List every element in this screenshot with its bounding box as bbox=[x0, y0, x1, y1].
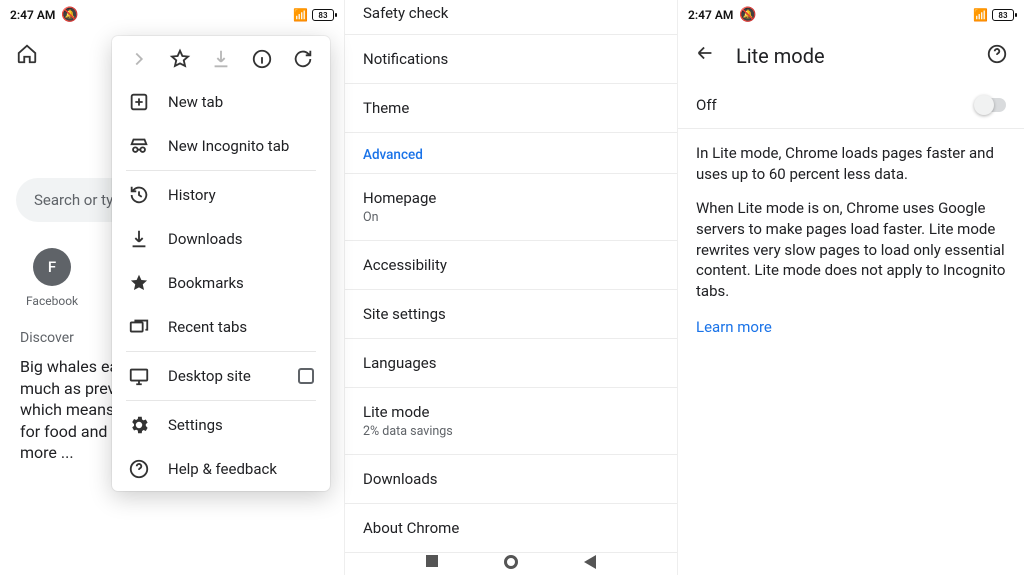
download-icon bbox=[128, 228, 150, 250]
row-theme[interactable]: Theme bbox=[345, 84, 677, 133]
learn-more-link[interactable]: Learn more bbox=[678, 302, 1024, 352]
lite-description-2: When Lite mode is on, Chrome uses Google… bbox=[678, 184, 1024, 301]
row-downloads[interactable]: Downloads bbox=[345, 455, 677, 504]
download-icon bbox=[210, 48, 232, 70]
panel-chrome-home: 2:47 AM 🔕 📶 83 Search or type F Facebook… bbox=[0, 0, 345, 575]
menu-desktop-site[interactable]: Desktop site bbox=[112, 354, 330, 398]
menu-history[interactable]: History bbox=[112, 173, 330, 217]
mute-icon: 🔕 bbox=[739, 7, 756, 23]
desktop-icon bbox=[128, 365, 150, 387]
mute-icon: 🔕 bbox=[61, 7, 78, 23]
desktop-checkbox[interactable] bbox=[298, 368, 314, 384]
panel-settings: Safety check Notifications Theme Advance… bbox=[345, 0, 678, 575]
menu-label: Downloads bbox=[168, 230, 243, 248]
shortcut-label: Facebook bbox=[26, 294, 78, 308]
menu-help[interactable]: Help & feedback bbox=[112, 447, 330, 491]
row-homepage[interactable]: Homepage On bbox=[345, 174, 677, 241]
menu-label: New tab bbox=[168, 93, 223, 111]
nav-home-icon[interactable] bbox=[504, 555, 518, 569]
menu-bookmarks[interactable]: Bookmarks bbox=[112, 261, 330, 305]
nav-recent-icon[interactable] bbox=[426, 555, 438, 567]
nav-back-icon[interactable] bbox=[584, 555, 596, 569]
menu-label: History bbox=[168, 186, 216, 204]
menu-settings[interactable]: Settings bbox=[112, 403, 330, 447]
toggle-state: Off bbox=[696, 96, 717, 114]
menu-label: Recent tabs bbox=[168, 318, 247, 336]
reload-icon[interactable] bbox=[292, 48, 314, 70]
shortcut-avatar: F bbox=[33, 248, 71, 286]
menu-label: Bookmarks bbox=[168, 274, 244, 292]
row-site-settings[interactable]: Site settings bbox=[345, 290, 677, 339]
status-time: 2:47 AM bbox=[688, 8, 733, 22]
help-icon bbox=[128, 458, 150, 480]
recent-tabs-icon bbox=[128, 316, 150, 338]
lite-description-1: In Lite mode, Chrome loads pages faster … bbox=[678, 129, 1024, 184]
signal-icon: 📶 bbox=[293, 8, 308, 22]
menu-label: Help & feedback bbox=[168, 460, 277, 478]
menu-new-tab[interactable]: New tab bbox=[112, 80, 330, 124]
battery-icon: 83 bbox=[992, 9, 1014, 21]
row-about[interactable]: About Chrome bbox=[345, 504, 677, 553]
section-advanced: Advanced bbox=[345, 133, 677, 174]
history-icon bbox=[128, 184, 150, 206]
toggle-switch[interactable] bbox=[976, 98, 1006, 112]
menu-downloads[interactable]: Downloads bbox=[112, 217, 330, 261]
menu-label: Desktop site bbox=[168, 367, 251, 385]
lite-mode-toggle-row[interactable]: Off bbox=[678, 84, 1024, 129]
row-safety-check[interactable]: Safety check bbox=[345, 0, 677, 35]
row-accessibility[interactable]: Accessibility bbox=[345, 241, 677, 290]
row-languages[interactable]: Languages bbox=[345, 339, 677, 388]
app-bar: Lite mode bbox=[678, 30, 1024, 84]
incognito-icon bbox=[128, 135, 150, 157]
new-tab-icon bbox=[128, 91, 150, 113]
signal-icon: 📶 bbox=[973, 8, 988, 22]
panel-lite-mode: 2:47 AM 🔕 📶 83 Lite mode Off In Lite mod… bbox=[678, 0, 1024, 575]
help-icon[interactable] bbox=[986, 43, 1008, 70]
bookmarks-icon bbox=[128, 272, 150, 294]
info-icon[interactable] bbox=[251, 48, 273, 70]
star-icon[interactable] bbox=[169, 48, 191, 70]
row-notifications[interactable]: Notifications bbox=[345, 35, 677, 84]
gear-icon bbox=[128, 414, 150, 436]
android-nav-bar bbox=[345, 555, 677, 569]
home-icon[interactable] bbox=[16, 43, 38, 65]
page-title: Lite mode bbox=[736, 44, 825, 68]
menu-incognito[interactable]: New Incognito tab bbox=[112, 124, 330, 168]
menu-label: New Incognito tab bbox=[168, 137, 289, 155]
shortcut-facebook[interactable]: F Facebook bbox=[26, 248, 78, 308]
status-bar: 2:47 AM 🔕 📶 83 bbox=[678, 0, 1024, 30]
status-time: 2:47 AM bbox=[10, 8, 55, 22]
menu-recent-tabs[interactable]: Recent tabs bbox=[112, 305, 330, 349]
battery-icon: 83 bbox=[312, 9, 334, 21]
forward-icon bbox=[128, 48, 150, 70]
menu-label: Settings bbox=[168, 416, 223, 434]
row-lite-mode[interactable]: Lite mode 2% data savings bbox=[345, 388, 677, 455]
back-icon[interactable] bbox=[694, 42, 716, 70]
status-bar: 2:47 AM 🔕 📶 83 bbox=[0, 0, 344, 30]
overflow-menu: New tab New Incognito tab History Downlo… bbox=[112, 36, 330, 491]
